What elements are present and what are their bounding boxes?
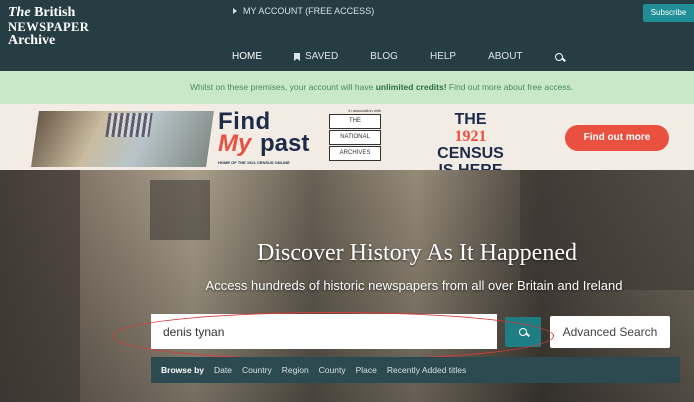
national-archives-logo: In association with THE NATIONAL ARCHIVE… bbox=[329, 108, 381, 166]
search-icon bbox=[554, 52, 566, 62]
logo-my: My bbox=[218, 130, 252, 157]
browse-county[interactable]: County bbox=[319, 365, 346, 375]
site-logo[interactable]: The British NEWSPAPER Archive bbox=[8, 6, 89, 48]
hero-headline-text: Discover History As It Happened bbox=[257, 240, 577, 266]
census-year: 1921 bbox=[454, 128, 487, 145]
browse-label: Browse by bbox=[161, 365, 204, 375]
browse-region[interactable]: Region bbox=[282, 365, 309, 375]
free-access-notice: Whilst on these premises, your account w… bbox=[0, 71, 694, 104]
nav-help-label: HELP bbox=[429, 51, 457, 62]
logo-past: past bbox=[260, 130, 310, 157]
nav-about-label: ABOUT bbox=[488, 51, 523, 62]
search-input[interactable] bbox=[151, 314, 497, 349]
hero-subline-text: Access hundreds of historic newspapers f… bbox=[205, 278, 623, 293]
my-account-link[interactable]: MY ACCOUNT (FREE ACCESS) bbox=[233, 6, 374, 16]
logo-newspaper: NEWSPAPER bbox=[8, 20, 90, 34]
notice-text: Whilst on these premises, your account w… bbox=[190, 82, 374, 92]
hero-section: Discover History As It Happened Access h… bbox=[0, 170, 694, 402]
logo-british: British bbox=[34, 5, 76, 20]
logo-archive: Archive bbox=[8, 33, 56, 48]
na-the: THE bbox=[329, 114, 381, 129]
nav-saved-label: SAVED bbox=[305, 51, 339, 62]
browse-place[interactable]: Place bbox=[356, 365, 377, 375]
browse-date[interactable]: Date bbox=[214, 365, 232, 375]
browse-bar: Browse by Date Country Region County Pla… bbox=[151, 357, 680, 383]
my-account-label: MY ACCOUNT (FREE ACCESS) bbox=[243, 6, 375, 16]
find-out-more-button[interactable]: Find out more bbox=[565, 125, 669, 151]
census-is-here: IS HERE bbox=[428, 162, 513, 170]
notice-bold: unlimited credits! bbox=[375, 82, 447, 92]
advanced-search-button[interactable]: Advanced Search bbox=[550, 316, 670, 348]
na-national: NATIONAL bbox=[329, 130, 381, 145]
site-header: The British NEWSPAPER Archive MY ACCOUNT… bbox=[0, 0, 694, 71]
nav-home[interactable]: HOME bbox=[216, 44, 278, 70]
findmypast-banner[interactable]: Find My past HOME OF THE 1921 CENSUS ONL… bbox=[0, 104, 694, 170]
nav-blog[interactable]: BLOG bbox=[354, 44, 414, 70]
findmypast-logo: Find My past HOME OF THE 1921 CENSUS ONL… bbox=[218, 108, 322, 168]
census-the: THE bbox=[454, 111, 487, 128]
banner-photo-collage bbox=[31, 111, 214, 167]
hero-background-building bbox=[520, 170, 694, 290]
hero-headline: Discover History As It Happened bbox=[0, 240, 694, 267]
hero-subline: Access hundreds of historic newspapers f… bbox=[0, 278, 694, 293]
na-archives: ARCHIVES bbox=[329, 146, 381, 161]
notice-link[interactable]: Find out more about free access. bbox=[449, 82, 573, 92]
search-icon bbox=[518, 327, 530, 337]
hero-background-window bbox=[150, 180, 210, 240]
subscribe-button[interactable]: Subscribe bbox=[643, 4, 694, 22]
nav-search[interactable] bbox=[539, 44, 580, 70]
logo-tagline: HOME OF THE 1921 CENSUS ONLINE bbox=[218, 160, 290, 165]
census-word: CENSUS bbox=[437, 145, 504, 162]
nav-help[interactable]: HELP bbox=[414, 44, 472, 70]
browse-recent-titles[interactable]: Recently Added titles bbox=[387, 365, 466, 375]
main-nav: HOME SAVED BLOG HELP ABOUT bbox=[216, 44, 580, 70]
association-text: In association with bbox=[348, 108, 381, 113]
search-button[interactable] bbox=[505, 317, 541, 347]
bookmark-icon bbox=[294, 53, 300, 61]
nav-about[interactable]: ABOUT bbox=[472, 44, 538, 70]
census-text: THE 1921 CENSUS IS HERE bbox=[428, 111, 513, 170]
nav-saved[interactable]: SAVED bbox=[278, 44, 354, 70]
nav-blog-label: BLOG bbox=[370, 51, 398, 62]
nav-home-label: HOME bbox=[232, 51, 262, 62]
caret-right-icon bbox=[233, 8, 237, 14]
browse-country[interactable]: Country bbox=[242, 365, 272, 375]
logo-the: The bbox=[8, 5, 31, 20]
